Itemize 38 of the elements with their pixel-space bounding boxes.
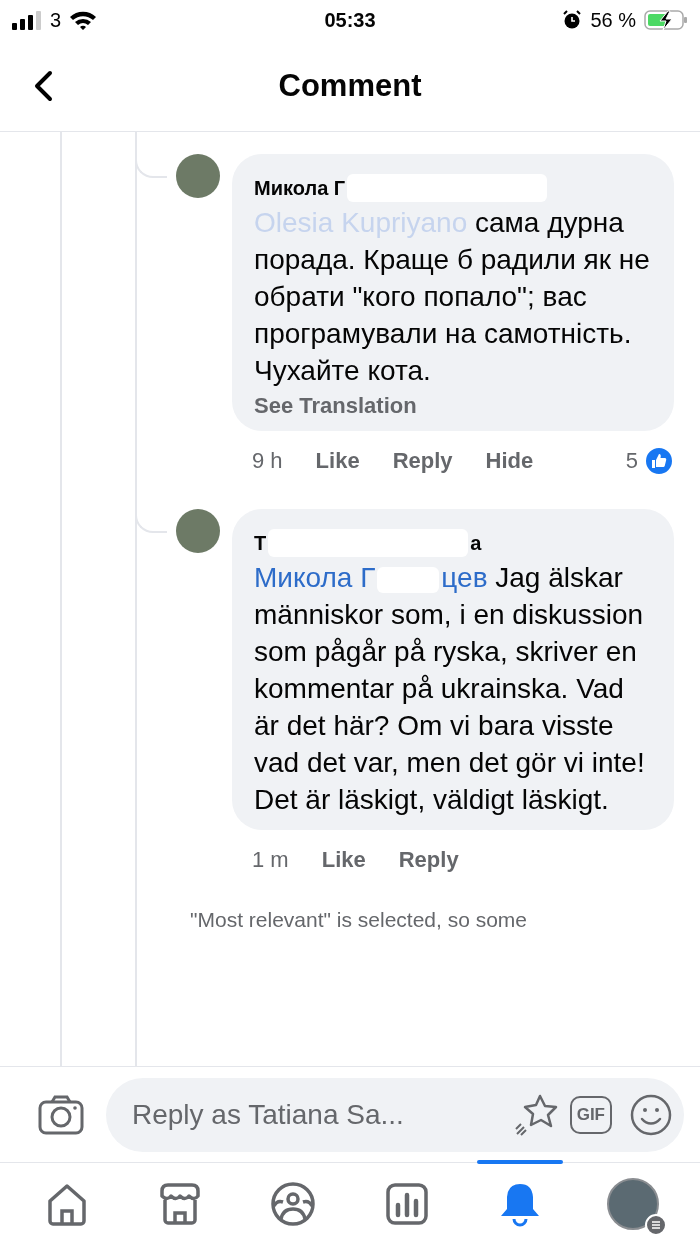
menu-icon <box>645 1214 668 1236</box>
wifi-icon <box>69 10 98 30</box>
sort-notice: "Most relevant" is selected, so some <box>190 908 529 932</box>
author-name[interactable]: а <box>470 531 482 555</box>
carrier-label: 3 <box>50 8 62 32</box>
mention-link[interactable]: цев <box>441 562 488 593</box>
action-link[interactable]: Like <box>315 448 360 474</box>
camera-icon[interactable] <box>38 1094 84 1135</box>
reply-input[interactable]: Reply as Tatiana Sa... GIF <box>106 1077 684 1152</box>
action-link[interactable]: Like <box>321 847 366 873</box>
sticker-star-icon[interactable] <box>513 1092 560 1137</box>
reaction-count: 5 <box>625 448 638 474</box>
comment-text: Микола Г цев Jag älskar människor som, i en diskussion som pågår på ryska, skriver en kommentar på ukrainska. Vad är det här? Om vi bara visste vad det var, men det gör vi inte! Det är läskigt, väldigt läskigt. <box>254 561 646 817</box>
mention-link[interactable]: Микола Г <box>254 562 376 593</box>
author-name[interactable]: Микола Г <box>254 176 346 200</box>
gif-button[interactable]: GIF <box>569 1095 612 1134</box>
bar-chart-icon[interactable] <box>383 1181 430 1227</box>
comment-time: 1 m <box>252 847 289 873</box>
groups-icon[interactable] <box>270 1181 317 1227</box>
battery-percent: 56 % <box>590 8 636 32</box>
action-link[interactable]: Reply <box>392 448 453 474</box>
avatar-photo[interactable] <box>176 154 220 198</box>
signal-icon <box>12 10 42 30</box>
see-translation-link[interactable]: See Translation <box>254 393 652 419</box>
store-icon[interactable] <box>157 1181 203 1227</box>
battery-charging-icon <box>644 9 688 31</box>
alarm-icon <box>562 10 583 30</box>
like-icon <box>644 446 674 476</box>
action-link[interactable]: Reply <box>398 847 459 873</box>
emoji-icon[interactable] <box>630 1093 672 1136</box>
author-name[interactable]: Т <box>254 531 267 555</box>
avatar-photo <box>607 1178 660 1230</box>
comment-time: 9 h <box>252 448 283 474</box>
clock-time: 05:33 <box>324 8 376 32</box>
page-title: Comment <box>278 67 422 104</box>
avatar-photo[interactable] <box>176 509 220 553</box>
back-icon[interactable] <box>32 70 54 102</box>
action-link[interactable]: Hide <box>485 448 534 474</box>
